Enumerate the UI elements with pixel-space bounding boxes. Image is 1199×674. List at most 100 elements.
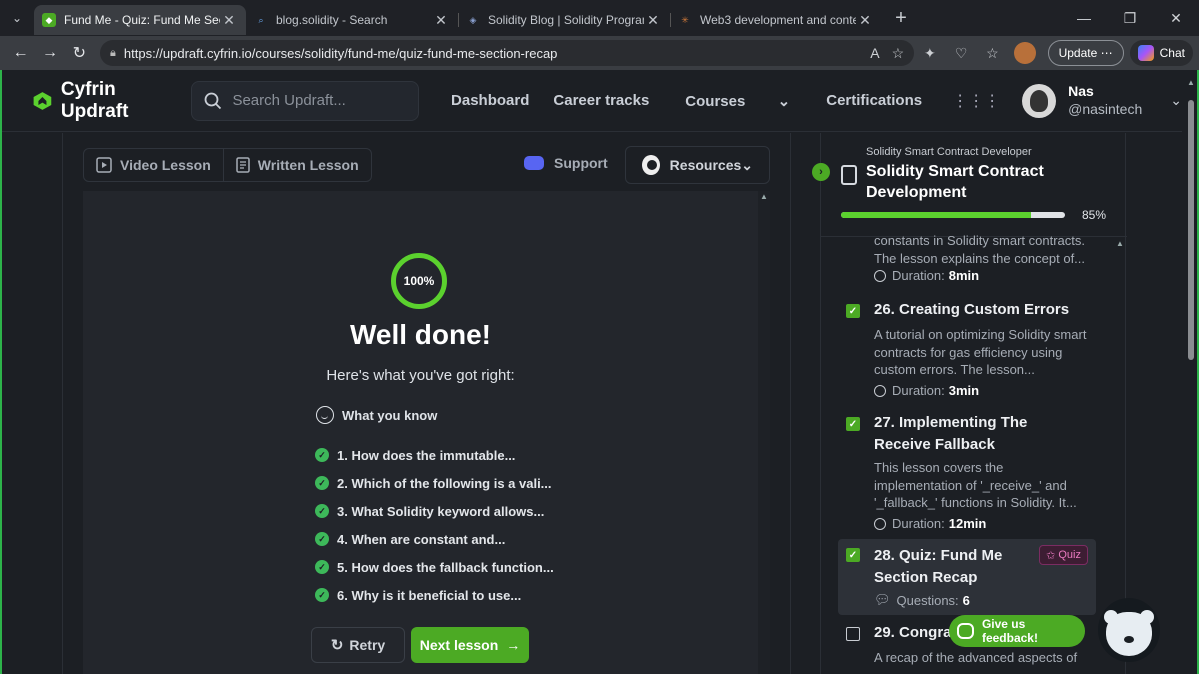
close-tab-icon[interactable]: ✕ [856, 12, 874, 29]
list-item: ✓ 3. What Solidity keyword allows... [315, 497, 554, 525]
lesson-item[interactable]: ✓ 26. Creating Custom Errors A tutorial … [838, 299, 1096, 405]
apps-grid-icon[interactable]: ⋮⋮⋮ [952, 91, 1000, 111]
checkbox-checked-icon[interactable]: ✓ [846, 304, 860, 318]
user-menu[interactable]: Nas @nasintech ⌄ [1022, 82, 1182, 119]
duration-value: 3min [948, 383, 980, 398]
update-button[interactable]: Update ⋯ [1047, 40, 1124, 66]
check-circle-icon: ✓ [315, 476, 329, 490]
tab-written-lesson[interactable]: Written Lesson [222, 149, 371, 181]
result-title: Well done! [349, 319, 492, 350]
lesson-item[interactable]: constants in Solidity smart contracts. T… [838, 231, 1096, 291]
lesson-item-current[interactable]: ✓ 28. Quiz: Fund Me Section Recap ✩ Quiz… [838, 539, 1096, 615]
tab-actions-menu[interactable]: ⌄ [0, 0, 34, 36]
check-circle-icon: ✓ [315, 504, 329, 518]
maximize-icon[interactable]: ❐ [1107, 10, 1153, 27]
scroll-up-icon[interactable]: ▲ [760, 192, 768, 201]
close-tab-icon[interactable]: ✕ [644, 12, 662, 29]
list-item: ✓ 6. Why is it beneficial to use... [315, 581, 554, 609]
track-name: Solidity Smart Contract Developer [866, 146, 1032, 158]
feedback-button[interactable]: Give us feedback! [949, 615, 1085, 647]
chevron-down-icon[interactable]: ⌄ [1170, 92, 1182, 109]
assistant-mascot-button[interactable] [1098, 598, 1160, 662]
comment-icon: 💬︎ [874, 592, 891, 607]
question-text: 3. What Solidity keyword allows... [337, 503, 545, 519]
checkbox-checked-icon[interactable]: ✓ [846, 417, 860, 431]
tab-title: Solidity Blog | Solidity Programmin [488, 13, 644, 27]
support-link[interactable]: Support [524, 155, 608, 171]
extensions-icon[interactable]: ✦ [914, 45, 945, 62]
question-text: 6. Why is it beneficial to use... [337, 587, 522, 603]
quiz-result-panel: ▲ 100% Well done! Here's what you've got… [83, 191, 770, 674]
forward-arrow-icon[interactable]: → [35, 44, 64, 62]
progress-fill [841, 212, 1032, 218]
profile-avatar[interactable] [1014, 42, 1036, 64]
arrow-right-icon: → [506, 637, 521, 653]
list-item: ✓ 2. Which of the following is a vali... [315, 469, 554, 497]
read-aloud-icon[interactable]: A [870, 45, 879, 61]
list-item: ✓ 1. How does the immutable... [315, 441, 554, 469]
close-window-icon[interactable]: ✕ [1153, 10, 1199, 27]
next-lesson-button[interactable]: Next lesson → [411, 627, 529, 663]
scroll-up-icon[interactable]: ▲ [1116, 239, 1124, 248]
questions-label: Questions: [896, 592, 959, 608]
cyfrin-logo-icon [33, 91, 52, 110]
updraft-favicon-icon: ◆ [42, 13, 56, 27]
chevron-down-icon: ⌄ [777, 92, 791, 110]
lesson-title: 27. Implementing The Receive Fallback [874, 414, 1028, 453]
mascot-nose [1124, 636, 1134, 643]
browser-tab[interactable]: ◈ Solidity Blog | Solidity Programmin ✕ [458, 5, 670, 35]
lesson-item[interactable]: ✓ 27. Implementing The Receive Fallback … [838, 412, 1096, 538]
video-lesson-label: Video Lesson [120, 157, 211, 173]
minimize-icon[interactable]: — [1061, 10, 1107, 27]
lesson-mode-tabs: Video Lesson Written Lesson [83, 148, 372, 182]
close-tab-icon[interactable]: ✕ [432, 12, 450, 29]
course-header: › Solidity Smart Contract Developer Soli… [812, 133, 1127, 237]
scrollbar-thumb[interactable] [1188, 100, 1194, 360]
brand-logo[interactable]: Cyfrin Updraft [32, 79, 163, 123]
search-icon [205, 92, 222, 109]
question-text: 4. When are constant and... [337, 531, 506, 547]
browser-tab[interactable]: ⌕ blog.solidity - Search ✕ [246, 5, 458, 35]
nav-dashboard[interactable]: Dashboard [451, 92, 529, 110]
lock-icon[interactable]: 🔒︎ [110, 47, 116, 60]
favorites-icon[interactable]: ☆ [977, 45, 1008, 62]
browser-tab[interactable]: ✳ Web3 development and content c ✕ [670, 5, 882, 35]
new-tab-button[interactable]: + [886, 7, 916, 30]
close-tab-icon[interactable]: ✕ [220, 12, 238, 29]
nav-certifications[interactable]: Certifications [826, 92, 922, 110]
browser-essentials-icon[interactable]: ♡ [945, 45, 976, 62]
search-input[interactable]: Search Updraft... [191, 80, 420, 121]
lesson-description: A tutorial on optimizing Solidity smart … [874, 327, 1087, 377]
resources-dropdown[interactable]: Resources ⌄ [625, 146, 770, 184]
nav-courses[interactable]: Courses ⌄ [673, 92, 802, 110]
nav-career-tracks[interactable]: Career tracks [553, 92, 649, 110]
copilot-icon [1137, 45, 1154, 61]
scroll-up-icon[interactable]: ▲ [1187, 78, 1195, 87]
favorite-star-icon[interactable]: ☆ [892, 45, 905, 62]
duration-label: Duration: [892, 516, 945, 531]
lesson-duration: Duration: 12min [874, 516, 986, 531]
brand-name: Cyfrin Updraft [60, 78, 129, 122]
reload-icon[interactable]: ↻ [65, 43, 94, 63]
tab-video-lesson[interactable]: Video Lesson [84, 149, 223, 181]
user-handle: @nasintech [1068, 101, 1143, 117]
web3-favicon-icon: ✳ [681, 14, 689, 25]
copilot-chat-button[interactable]: Chat [1129, 40, 1193, 66]
checkbox-empty-icon[interactable] [846, 627, 860, 641]
lesson-duration: Duration: 3min [874, 383, 979, 398]
lesson-title: 28. Quiz: Fund Me Section Recap [874, 547, 1003, 586]
question-text: 5. How does the fallback function... [337, 559, 554, 575]
address-bar[interactable]: 🔒︎ https://updraft.cyfrin.io/courses/sol… [100, 40, 915, 66]
page-scrollbar[interactable]: ▲ [1186, 78, 1196, 362]
url-text[interactable]: https://updraft.cyfrin.io/courses/solidi… [124, 46, 858, 61]
checkbox-checked-icon[interactable]: ✓ [846, 548, 860, 562]
quiz-scrollbar[interactable]: ▲ [758, 191, 770, 674]
chevron-right-icon[interactable]: › [812, 163, 830, 181]
score-ring: 100% [391, 253, 447, 309]
retry-button[interactable]: ↻ Retry [311, 627, 405, 663]
update-label: Update [1058, 46, 1098, 60]
browser-tab-active[interactable]: ◆ Fund Me - Quiz: Fund Me Section ✕ [34, 5, 246, 35]
back-arrow-icon[interactable]: ← [6, 44, 35, 62]
course-title[interactable]: Solidity Smart Contract Development [866, 161, 1076, 203]
resources-label: Resources [669, 157, 742, 173]
